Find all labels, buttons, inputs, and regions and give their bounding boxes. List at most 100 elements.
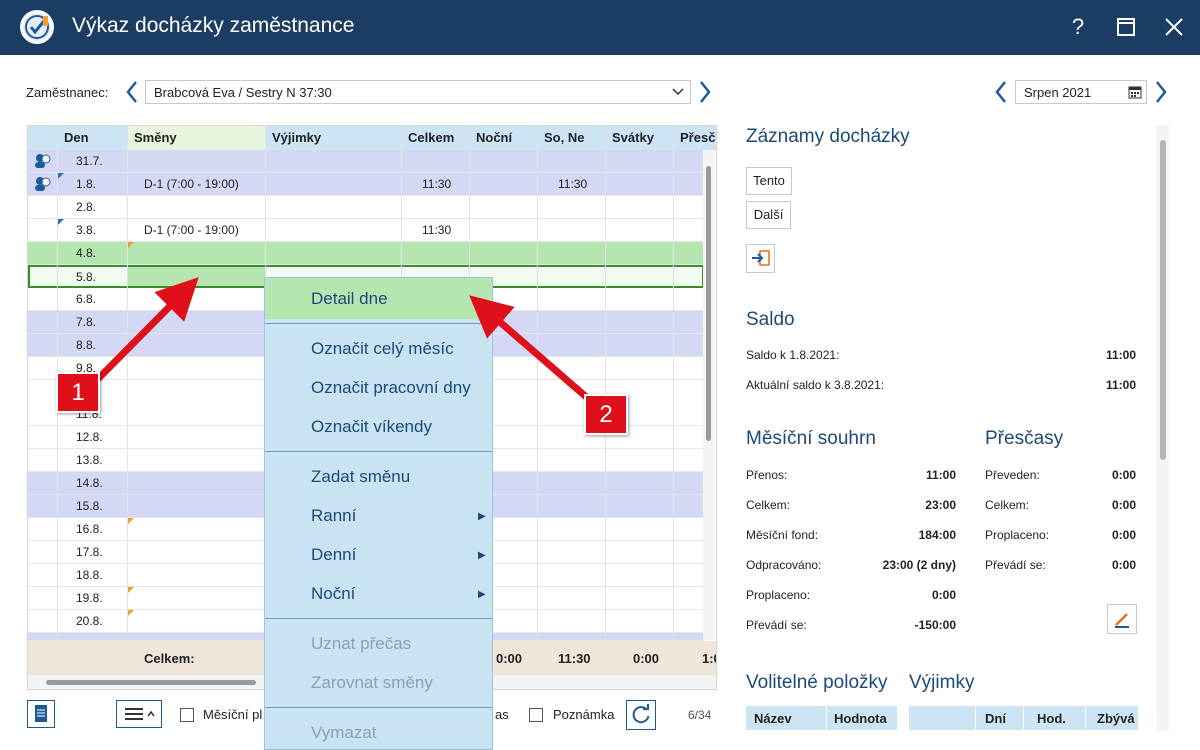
col-value[interactable]: Hodnota: [834, 711, 887, 726]
calendar-icon[interactable]: [1128, 85, 1142, 102]
submenu-arrow-icon: ▶: [478, 550, 486, 561]
row-day: 5.8.: [76, 270, 97, 284]
records-title: Záznamy docházky: [746, 126, 910, 147]
row-day: 18.8.: [76, 568, 103, 582]
menu-item-night[interactable]: Noční: [311, 584, 355, 604]
row-day: 15.8.: [76, 499, 103, 513]
menu-item-align-shifts[interactable]: Zarovnat směny: [311, 673, 433, 693]
table-row[interactable]: 31.7.: [28, 150, 704, 173]
submenu-arrow-icon: ▶: [478, 511, 486, 522]
optional-items-header: Název Hodnota: [746, 706, 897, 730]
col-total[interactable]: Celkem: [408, 130, 454, 145]
summary-value: 23:00 (2 dny): [882, 558, 956, 572]
col-divider: [975, 706, 976, 730]
col-hours[interactable]: Hod.: [1037, 711, 1066, 726]
overtime-value: 0:00: [1111, 528, 1136, 542]
horizontal-scroll-thumb[interactable]: [46, 680, 256, 685]
row-day: 13.8.: [76, 453, 103, 467]
col-overtime[interactable]: Přesč: [680, 130, 715, 145]
close-icon[interactable]: [1159, 12, 1189, 42]
col-shifts-label: Směny: [134, 130, 177, 145]
next-employee-icon[interactable]: [697, 79, 713, 109]
employee-value: Brabcová Eva / Sestry N 37:30: [154, 85, 332, 100]
employee-select[interactable]: Brabcová Eva / Sestry N 37:30: [145, 80, 691, 104]
total-overtime: 1:0: [702, 651, 716, 666]
row-day: 12.8.: [76, 430, 103, 444]
window-title: Výkaz docházky zaměstnance: [72, 14, 355, 37]
table-row[interactable]: 1.8. D-1 (7:00 - 19:00) 11:30 11:30: [28, 173, 704, 196]
maximize-icon[interactable]: [1111, 12, 1141, 42]
selected-cell[interactable]: [128, 267, 266, 286]
edit-pencil-icon[interactable]: [1107, 604, 1137, 634]
row-day: 2.8.: [76, 200, 97, 214]
current-saldo-label: Aktuální saldo k 3.8.2021:: [746, 378, 885, 392]
next-month-icon[interactable]: [1153, 79, 1169, 109]
monthly-checkbox[interactable]: [180, 708, 194, 722]
month-value: Srpen 2021: [1024, 85, 1092, 100]
row-day: 31.7.: [76, 154, 103, 168]
col-holidays[interactable]: Svátky: [612, 130, 654, 145]
row-day: 14.8.: [76, 476, 103, 490]
menu-dropdown-button[interactable]: [116, 700, 162, 728]
table-row[interactable]: 3.8. D-1 (7:00 - 19:00) 11:30: [28, 219, 704, 242]
optional-items-title: Volitelné položky: [746, 672, 888, 693]
overtime-label: Převádí se:: [985, 558, 1046, 572]
row-total: 11:30: [422, 177, 452, 191]
col-divider: [1085, 706, 1086, 730]
annotation-badge-2: 2: [584, 394, 628, 435]
menu-item-select-month[interactable]: Označit celý měsíc: [311, 339, 454, 359]
annotation-badge-1: 1: [56, 372, 100, 413]
row-day: 1.8.: [76, 177, 97, 191]
overtime-value: 0:00: [1111, 498, 1136, 512]
col-name[interactable]: Název: [754, 711, 792, 726]
menu-item-enter-shift[interactable]: Zadat směnu: [311, 467, 410, 487]
vertical-scroll-thumb[interactable]: [706, 166, 711, 441]
summary-label: Přenos:: [746, 468, 788, 482]
menu-separator: [265, 707, 492, 708]
employee-label: Zaměstnanec:: [26, 85, 109, 100]
table-row[interactable]: 4.8.: [28, 242, 704, 265]
menu-item-select-workdays[interactable]: Označit pracovní dny: [311, 378, 471, 398]
col-days[interactable]: Dní: [985, 711, 1006, 726]
this-button[interactable]: Tento: [746, 167, 792, 195]
summary-value: 23:00: [925, 498, 956, 512]
note-flag-icon: [58, 173, 64, 179]
note-checkbox[interactable]: [529, 708, 543, 722]
month-select[interactable]: Srpen 2021: [1015, 80, 1147, 104]
summary-label: Měsíční fond:: [746, 528, 819, 542]
overtime-title: Přesčasy: [985, 428, 1064, 449]
prev-employee-icon[interactable]: [124, 79, 140, 109]
col-remaining[interactable]: Zbývá: [1097, 711, 1135, 726]
row-day: 4.8.: [76, 246, 97, 260]
prev-month-icon[interactable]: [993, 79, 1009, 109]
overtime-label: Celkem:: [985, 498, 1030, 512]
right-panel-scroll-thumb[interactable]: [1160, 140, 1166, 460]
summary-value: -150:00: [914, 618, 956, 632]
summary-value: 0:00: [931, 588, 956, 602]
exceptions-title: Výjimky: [909, 672, 975, 693]
col-weekend[interactable]: So, Ne: [544, 130, 584, 145]
import-icon[interactable]: [746, 244, 775, 273]
total-holidays: 0:00: [633, 651, 660, 666]
report-icon[interactable]: [27, 700, 55, 728]
menu-item-day-detail[interactable]: Detail dne: [311, 289, 388, 309]
menu-item-morning[interactable]: Ranní: [311, 506, 356, 526]
col-exceptions[interactable]: Výjimky: [272, 130, 321, 145]
col-divider: [537, 126, 538, 641]
next-button[interactable]: Další: [746, 201, 791, 229]
col-day[interactable]: Den: [64, 130, 89, 145]
col-night[interactable]: Noční: [476, 130, 512, 145]
total-weekend: 11:30: [558, 651, 591, 666]
menu-item-day[interactable]: Denní: [311, 545, 356, 565]
row-day: 3.8.: [76, 223, 97, 237]
menu-item-delete[interactable]: Vymazat: [311, 723, 377, 743]
help-button[interactable]: ?: [1063, 12, 1093, 42]
row-day: 19.8.: [76, 591, 103, 605]
refresh-icon[interactable]: [626, 700, 656, 730]
row-total: 11:30: [422, 223, 452, 237]
info-person-icon: [33, 176, 51, 195]
table-row[interactable]: 2.8.: [28, 196, 704, 219]
saldo-label: Saldo k 1.8.2021:: [746, 348, 840, 362]
menu-item-select-weekends[interactable]: Označit víkendy: [311, 417, 432, 437]
menu-item-accept-overtime[interactable]: Uznat přečas: [311, 634, 411, 654]
